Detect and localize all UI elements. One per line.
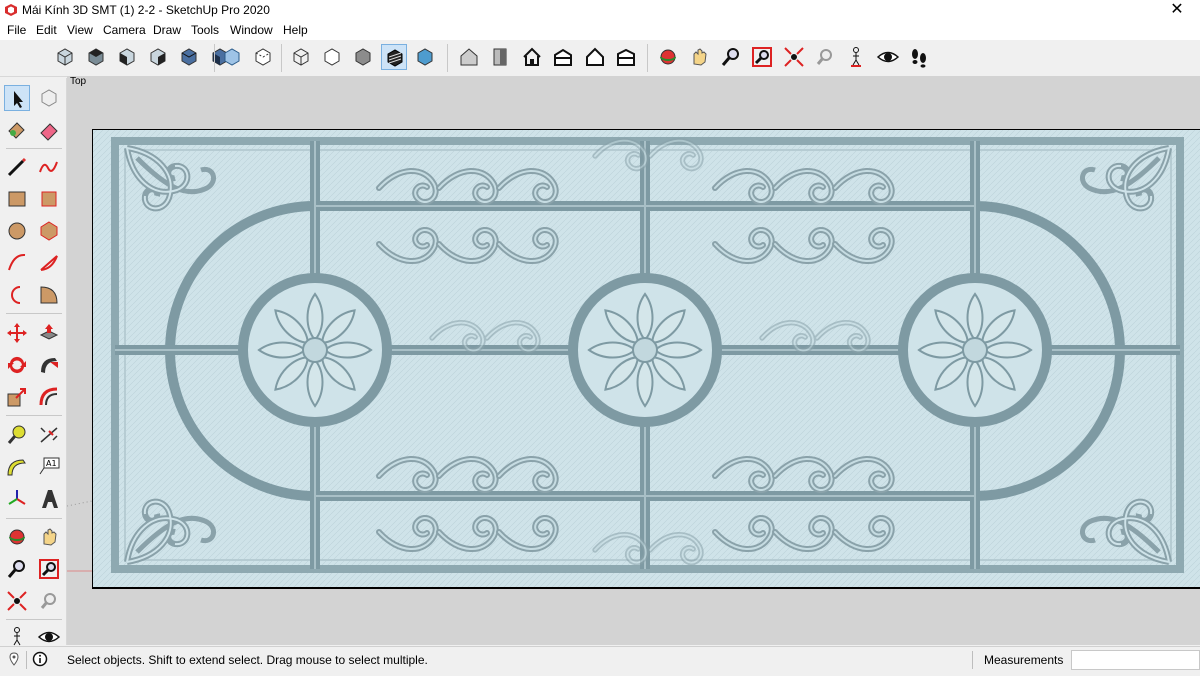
menu-window[interactable]: Window <box>230 23 273 37</box>
position-camera-icon[interactable] <box>843 44 869 70</box>
paint-bucket-icon[interactable] <box>4 117 30 143</box>
select-arrow-icon[interactable] <box>4 85 30 111</box>
model-canvas[interactable] <box>67 76 1200 645</box>
3-point-arc-icon[interactable] <box>4 282 30 308</box>
scale-icon[interactable] <box>4 384 30 410</box>
window-title: Mái Kính 3D SMT (1) 2-2 - SketchUp Pro 2… <box>22 3 270 17</box>
menu-tools[interactable]: Tools <box>191 23 219 37</box>
house-outline-icon[interactable] <box>582 44 608 70</box>
polygon-icon[interactable] <box>36 218 62 244</box>
home-icon[interactable] <box>519 44 545 70</box>
menu-camera[interactable]: Camera <box>103 23 146 37</box>
zoom-tool-icon[interactable] <box>4 556 30 582</box>
walk-icon[interactable] <box>906 44 932 70</box>
back-view-icon[interactable] <box>176 44 202 70</box>
pan-icon[interactable] <box>686 44 712 70</box>
orbit-icon[interactable] <box>655 44 681 70</box>
freehand-icon[interactable] <box>36 154 62 180</box>
hidden-line-icon[interactable] <box>319 44 345 70</box>
large-tool-set: A1 <box>0 78 67 646</box>
zoom-window-icon[interactable] <box>749 44 775 70</box>
back-edges-icon[interactable] <box>250 44 276 70</box>
rotated-rectangle-icon[interactable] <box>36 186 62 212</box>
menu-edit[interactable]: Edit <box>36 23 57 37</box>
dimension-icon[interactable] <box>36 422 62 448</box>
3d-warehouse-icon[interactable] <box>456 44 482 70</box>
sketchup-logo-icon <box>5 4 17 16</box>
eraser-icon[interactable] <box>36 117 62 143</box>
tape-measure-icon[interactable] <box>4 422 30 448</box>
2-point-arc-icon[interactable] <box>36 250 62 276</box>
move-icon[interactable] <box>4 320 30 346</box>
section-plane-icon[interactable] <box>550 44 576 70</box>
shaded-textures-icon[interactable] <box>381 44 407 70</box>
status-bar: Select objects. Shift to extend select. … <box>0 646 1200 676</box>
close-button[interactable]: ✕ <box>1154 0 1200 20</box>
measurements-input[interactable] <box>1071 650 1200 670</box>
zoom-extents-tool-icon[interactable] <box>4 588 30 614</box>
wireframe-icon[interactable] <box>288 44 314 70</box>
menu-file[interactable]: File <box>7 23 26 37</box>
title-bar: Mái Kính 3D SMT (1) 2-2 - SketchUp Pro 2… <box>0 0 1200 20</box>
zoom-icon[interactable] <box>718 44 744 70</box>
axes-icon[interactable] <box>4 486 30 512</box>
menu-view[interactable]: View <box>67 23 93 37</box>
zoom-extents-icon[interactable] <box>781 44 807 70</box>
front-view-icon[interactable] <box>114 44 140 70</box>
rotate-icon[interactable] <box>4 352 30 378</box>
previous-view-tool-icon[interactable] <box>36 588 62 614</box>
text-label-icon[interactable]: A1 <box>36 454 62 480</box>
look-around-icon[interactable] <box>875 44 901 70</box>
monochrome-icon[interactable] <box>412 44 438 70</box>
push-pull-icon[interactable] <box>36 320 62 346</box>
offset-icon[interactable] <box>36 384 62 410</box>
top-view-icon[interactable] <box>83 44 109 70</box>
modeling-viewport[interactable]: Top <box>67 76 1200 645</box>
svg-text:A1: A1 <box>46 459 57 468</box>
protractor-icon[interactable] <box>4 454 30 480</box>
iso-view-icon[interactable] <box>52 44 78 70</box>
scene-tab-label[interactable]: Top <box>70 76 86 87</box>
measurements-label: Measurements <box>984 653 1064 667</box>
menu-bar: File Edit View Camera Draw Tools Window … <box>0 20 1200 40</box>
make-component-icon[interactable] <box>36 85 62 111</box>
shaded-icon[interactable] <box>350 44 376 70</box>
previous-view-icon[interactable] <box>812 44 838 70</box>
3d-text-icon[interactable] <box>36 486 62 512</box>
rectangle-icon[interactable] <box>4 186 30 212</box>
pan-tool-icon[interactable] <box>36 524 62 550</box>
right-view-icon[interactable] <box>145 44 171 70</box>
status-message: Select objects. Shift to extend select. … <box>67 653 428 667</box>
circle-icon[interactable] <box>4 218 30 244</box>
follow-me-icon[interactable] <box>36 352 62 378</box>
xray-icon[interactable] <box>219 44 245 70</box>
zoom-window-tool-icon[interactable] <box>36 556 62 582</box>
extension-warehouse-icon[interactable] <box>487 44 513 70</box>
arc-icon[interactable] <box>4 250 30 276</box>
line-pencil-icon[interactable] <box>4 154 30 180</box>
geo-location-icon[interactable] <box>6 651 22 667</box>
menu-help[interactable]: Help <box>283 23 308 37</box>
pie-icon[interactable] <box>36 282 62 308</box>
orbit-tool-icon[interactable] <box>4 524 30 550</box>
menu-draw[interactable]: Draw <box>153 23 181 37</box>
instructor-info-icon[interactable] <box>32 651 48 667</box>
component-house-icon[interactable] <box>613 44 639 70</box>
